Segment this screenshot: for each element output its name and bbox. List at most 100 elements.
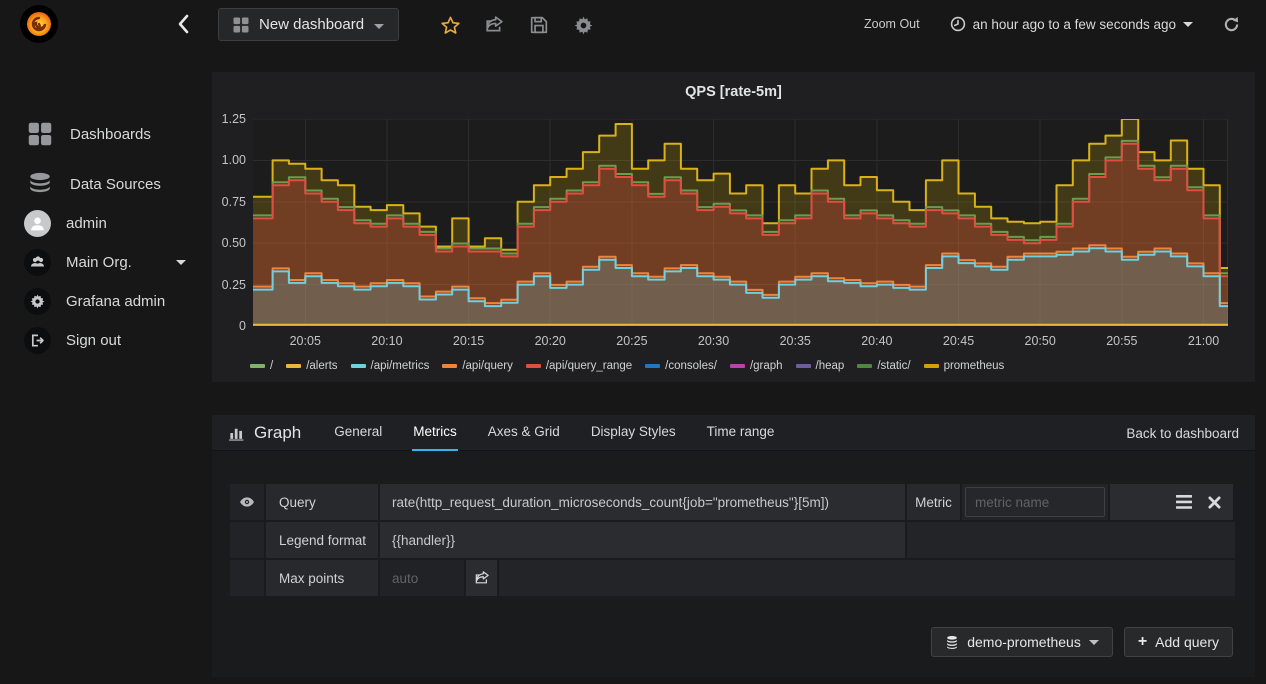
- refresh-icon: [1224, 16, 1239, 31]
- graph-panel: QPS [rate-5m] 0 0.25 0.50 0.75 1.00 1.25 20:0…: [212, 72, 1255, 382]
- tab-general[interactable]: General: [333, 415, 383, 451]
- panel-title[interactable]: QPS [rate-5m]: [212, 84, 1255, 100]
- dashboard-title-dropdown[interactable]: New dashboard: [218, 8, 400, 41]
- share-icon: [486, 16, 503, 32]
- legend-label: /static/: [877, 360, 911, 372]
- legend-item[interactable]: /api/metrics: [350, 360, 429, 372]
- back-to-dashboard-link[interactable]: Back to dashboard: [1126, 415, 1239, 451]
- max-points-input[interactable]: [383, 563, 461, 593]
- row-spacer-cell: [230, 560, 264, 596]
- sidebar-item-profile[interactable]: admin: [0, 206, 212, 240]
- settings-button[interactable]: [572, 14, 594, 36]
- sidebar-item-label: Grafana admin: [66, 292, 166, 310]
- sidebar-item-dashboards[interactable]: Dashboards: [0, 117, 212, 151]
- dashboard-title: New dashboard: [259, 16, 365, 33]
- refresh-button[interactable]: [1223, 16, 1240, 33]
- sidebar-item-data-sources[interactable]: Data Sources: [0, 167, 212, 201]
- bar-chart-icon: [229, 428, 244, 441]
- max-points-link-button[interactable]: [466, 560, 497, 596]
- dashboard-grid-icon: [233, 17, 249, 32]
- gear-circle-icon: [24, 287, 51, 315]
- query-label: Query: [266, 484, 378, 520]
- y-tick-label: 0.25: [221, 277, 246, 292]
- tab-display-styles[interactable]: Display Styles: [590, 415, 677, 451]
- query-expression-input[interactable]: [380, 484, 905, 520]
- clock-icon: [950, 16, 965, 32]
- legend-item[interactable]: /api/query_range: [525, 360, 632, 372]
- tab-time-range[interactable]: Time range: [706, 415, 776, 451]
- x-tick-label: 20:25: [616, 334, 648, 348]
- query-menu-icon[interactable]: [1176, 495, 1192, 509]
- gear-icon: [574, 16, 592, 34]
- grafana-logo[interactable]: [20, 5, 58, 43]
- add-query-label: Add query: [1155, 634, 1219, 650]
- legend-label: /: [270, 360, 274, 372]
- metric-label: Metric: [907, 484, 960, 520]
- editor-tabs: General Metrics Axes & Grid Display Styl…: [333, 415, 804, 451]
- tab-metrics[interactable]: Metrics: [412, 415, 458, 451]
- legend-item[interactable]: /api/query: [442, 360, 513, 372]
- back-chevron-icon[interactable]: [176, 13, 196, 35]
- sidebar-item-org-switcher[interactable]: Main Org.: [0, 245, 212, 279]
- editor-footer-buttons: demo-prometheus + Add query: [931, 627, 1233, 657]
- x-tick-label: 20:10: [371, 334, 403, 348]
- eye-icon: [240, 497, 254, 507]
- toggle-query-visibility-button[interactable]: [230, 484, 264, 520]
- y-tick-label: 1.25: [221, 112, 246, 126]
- legend-item[interactable]: /alerts: [286, 360, 338, 372]
- legend-label: /heap: [815, 360, 845, 372]
- y-tick-label: 0: [239, 319, 246, 333]
- database-icon: [30, 172, 50, 193]
- x-tick-label: 20:35: [779, 334, 811, 348]
- legend-format-row: Legend format: [230, 522, 1235, 558]
- zoom-out-button[interactable]: Zoom Out: [864, 17, 920, 31]
- remove-query-icon[interactable]: [1208, 495, 1221, 509]
- sidebar-item-label: Data Sources: [70, 175, 161, 193]
- chevron-down-icon: [374, 24, 385, 29]
- star-button[interactable]: [439, 14, 461, 36]
- external-link-icon: [475, 571, 489, 584]
- query-input-cell: [380, 484, 905, 520]
- users-icon: [24, 248, 51, 276]
- add-query-button[interactable]: + Add query: [1123, 627, 1233, 657]
- legend-item[interactable]: /consoles/: [645, 360, 717, 372]
- legend-color-swatch: [795, 364, 811, 368]
- legend-color-swatch: [923, 364, 939, 368]
- legend-item[interactable]: /heap: [795, 360, 845, 372]
- sidebar-item-label: Dashboards: [70, 125, 151, 143]
- legend-item[interactable]: /: [250, 360, 273, 372]
- tab-axes-grid[interactable]: Axes & Grid: [487, 415, 561, 451]
- legend-item[interactable]: /static/: [857, 360, 911, 372]
- x-tick-label: 20:40: [861, 334, 893, 348]
- sidebar: Dashboards Data Sources admin Main Org.: [0, 48, 212, 684]
- save-button[interactable]: [528, 14, 550, 36]
- chart-plot-area[interactable]: [253, 119, 1228, 326]
- time-range-picker[interactable]: an hour ago to a few seconds ago: [950, 16, 1193, 32]
- sidebar-item-sign-out[interactable]: Sign out: [0, 323, 212, 357]
- sidebar-item-grafana-admin[interactable]: Grafana admin: [0, 284, 212, 318]
- legend-label: /graph: [749, 360, 783, 372]
- legend-color-swatch: [525, 364, 541, 368]
- person-icon: [31, 216, 44, 230]
- query-row: Query Metric: [230, 484, 1235, 520]
- top-navbar: New dashboard Zoom Out an hour ago to a …: [0, 0, 1266, 48]
- legend-item[interactable]: prometheus: [923, 360, 1005, 372]
- legend-color-swatch: [286, 364, 302, 368]
- plus-icon: +: [1137, 633, 1148, 650]
- query-actions-cell: [1110, 484, 1233, 520]
- row-filler: [499, 560, 1235, 596]
- legend-format-input-cell: [380, 522, 905, 558]
- share-button[interactable]: [483, 14, 505, 36]
- x-tick-label: 20:05: [289, 334, 321, 348]
- chart-canvas: [253, 119, 1228, 326]
- legend-format-label: Legend format: [266, 522, 378, 558]
- editor-header: Graph General Metrics Axes & Grid Displa…: [212, 415, 1255, 451]
- datasource-dropdown-button[interactable]: demo-prometheus: [931, 627, 1113, 657]
- legend-label: prometheus: [943, 360, 1005, 372]
- legend-format-input[interactable]: [380, 522, 905, 558]
- legend-color-swatch: [442, 364, 458, 368]
- max-points-row: Max points: [230, 560, 1235, 596]
- legend-item[interactable]: /graph: [729, 360, 783, 372]
- metric-name-input[interactable]: [965, 487, 1105, 517]
- y-tick-label: 1.00: [221, 153, 246, 168]
